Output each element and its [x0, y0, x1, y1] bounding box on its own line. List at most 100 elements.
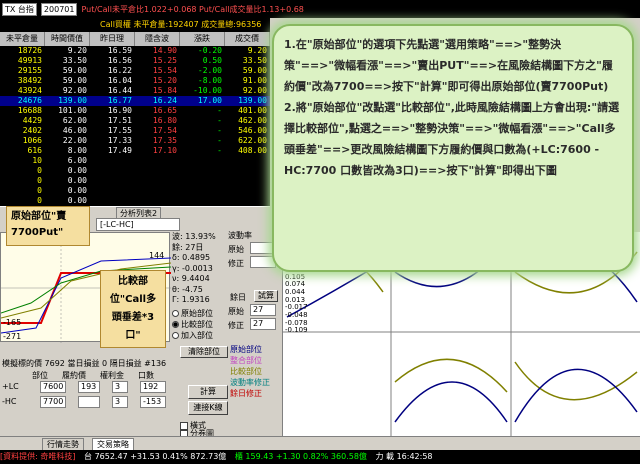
quote-header-cell[interactable]: 未平倉量 [0, 32, 45, 46]
quote-header-cell[interactable]: 隱含波 [135, 32, 180, 46]
quote-row[interactable]: 49913 33.50 16.56 15.25 0.50 33.50 [0, 56, 270, 66]
quote-cell: 139.00 [58, 96, 87, 105]
link-kline-button[interactable]: 連接K線 [188, 401, 228, 415]
greek-value: θ: -4.75 [172, 284, 203, 294]
quote-header-cell[interactable]: 時間價值 [45, 32, 90, 46]
quote-cell: 401.00 [238, 106, 267, 115]
instruction-overlay: 1.在"原始部位"的選項下先點選"選用策略"==>"整勢決策"==>"微幅看漲"… [272, 24, 634, 272]
quote-cell: 16.22 [107, 66, 132, 75]
quote-cell: 59.00 [62, 76, 87, 85]
lc-qty-input[interactable]: 3 [112, 381, 128, 393]
quote-row[interactable]: 16688 101.00 16.90 16.65 - 401.00 [0, 106, 270, 116]
quote-cell: -10.00 [193, 86, 222, 95]
quote-cell: 0.50 [202, 56, 222, 65]
quote-cell: 46.00 [62, 126, 87, 135]
params-header: 部位 履約價 權利金 口數 [32, 370, 154, 381]
quote-cell: 0 [37, 196, 42, 205]
quote-cell: 0.00 [67, 176, 87, 185]
quote-cell: 0 [37, 166, 42, 175]
quote-cell: 4429 [22, 116, 42, 125]
quote-cell: 92.00 [62, 86, 87, 95]
greek-value: 波: 13.93% [172, 232, 216, 241]
quote-cell: 17.54 [152, 126, 177, 135]
quote-row[interactable]: 616 8.00 17.49 17.10 - 408.00 [0, 146, 270, 156]
quote-row[interactable]: 18726 9.20 16.59 14.90 -0.20 9.20 [0, 46, 270, 56]
row-hc-label: -HC [2, 397, 17, 406]
quote-cell: 1066 [22, 136, 42, 145]
quote-row[interactable]: 43924 92.00 16.44 15.84 -10.00 92.00 [0, 86, 270, 96]
quote-row[interactable]: 1066 22.00 17.33 17.35 - 622.00 [0, 136, 270, 146]
quote-cell [90, 196, 135, 206]
lc-strike-input[interactable]: 7600 [40, 381, 66, 393]
greeks-list: 波: 13.93% 餘: 27日 δ: 0.4895 γ: -0.0013 ν: 9.4… [172, 232, 228, 306]
quote-cell: 9.20 [247, 46, 267, 55]
quote-cell: 139.00 [238, 96, 267, 105]
status-bar: [資料提供: 奇唯科技] 台 7652.47 +31.53 0.41% 872.… [0, 450, 640, 464]
quote-cell: - [217, 146, 222, 155]
quote-cell: 0 [37, 186, 42, 195]
days-title: 餘日 [230, 293, 246, 302]
days-modify-label: 修正 [228, 321, 244, 330]
strategy-select[interactable]: [-LC-HC] [96, 218, 180, 231]
contract-month-select[interactable]: 200701 [40, 2, 78, 16]
quote-header-cell[interactable]: 昨日理 [90, 32, 135, 46]
quote-cell: 62.00 [62, 116, 87, 125]
days-original-input[interactable]: 27 [250, 304, 276, 316]
lc-premium-input[interactable]: 193 [78, 381, 100, 393]
quote-row[interactable]: 0 0.00 [0, 186, 270, 196]
radio-icon[interactable] [172, 321, 179, 328]
vol-original-label: 原始 [228, 245, 244, 254]
hc-premium-input[interactable] [78, 396, 100, 408]
quote-cell: 29155 [17, 66, 42, 75]
quote-header-cell[interactable]: 漲跌 [180, 32, 225, 46]
exchange-select[interactable]: TX 台指 [2, 2, 37, 16]
calculate-button[interactable]: 計算 [188, 385, 228, 399]
quote-cell [90, 166, 135, 176]
quote-cell [225, 176, 270, 186]
quote-cell: 17.00 [197, 96, 222, 105]
quote-cell: 15.25 [152, 56, 177, 65]
footer-tabs: 行情走勢 交易策略 [0, 436, 640, 451]
quote-cell: 616 [27, 146, 42, 155]
radio-label: 比較部位 [181, 320, 213, 329]
clear-position-button[interactable]: 清除部位 [180, 346, 228, 358]
quote-cell: 16.80 [152, 116, 177, 125]
quote-cell [180, 176, 225, 186]
quote-cell: 16.44 [107, 86, 132, 95]
status-clock: 力 載 16:42:58 [375, 452, 433, 461]
quote-row[interactable]: 24676 139.00 16.77 16.24 17.00 139.00 [0, 96, 270, 106]
quote-row[interactable]: 38492 59.00 16.04 15.20 -8.00 91.00 [0, 76, 270, 86]
days-modify-input[interactable]: 27 [250, 318, 276, 330]
quote-row[interactable]: 0 0.00 [0, 196, 270, 206]
quote-row[interactable]: 2402 46.00 17.55 17.54 - 546.00 [0, 126, 270, 136]
quote-cell: 16.24 [152, 96, 177, 105]
legend-item: 整合部位 [230, 356, 262, 365]
quote-header-cell[interactable]: 成交價 [225, 32, 270, 46]
quote-cell: 17.51 [107, 116, 132, 125]
quote-cell: 101.00 [58, 106, 87, 115]
quote-row[interactable]: 0 0.00 [0, 166, 270, 176]
position-radio-option[interactable]: 比較部位 [172, 319, 213, 330]
quote-cell [90, 176, 135, 186]
quote-cell: 59.00 [242, 66, 267, 75]
quote-cell: 0.00 [67, 186, 87, 195]
quote-cell: 16.59 [107, 46, 132, 55]
hc-strike-input[interactable]: 7700 [40, 396, 66, 408]
position-radio-option[interactable]: 原始部位 [172, 308, 213, 319]
hc-qty-input[interactable]: 3 [112, 396, 128, 408]
quote-cell: 33.50 [62, 56, 87, 65]
quote-cell: 43924 [17, 86, 42, 95]
quote-cell: 15.54 [152, 66, 177, 75]
quote-cell: 15.20 [152, 76, 177, 85]
days-trial-button[interactable]: 試算 [254, 290, 278, 302]
payoff-label-top: 144 [149, 251, 164, 260]
quote-row[interactable]: 4429 62.00 17.51 16.80 - 462.00 [0, 116, 270, 126]
quote-cell: 22.00 [62, 136, 87, 145]
quote-row[interactable]: 29155 59.00 16.22 15.54 -2.00 59.00 [0, 66, 270, 76]
position-radio-option[interactable]: 加入部位 [172, 330, 213, 341]
quote-row[interactable]: 10 6.00 [0, 156, 270, 166]
quote-cell: 92.00 [242, 86, 267, 95]
radio-icon[interactable] [172, 310, 179, 317]
radio-icon[interactable] [172, 332, 179, 339]
quote-row[interactable]: 0 0.00 [0, 176, 270, 186]
